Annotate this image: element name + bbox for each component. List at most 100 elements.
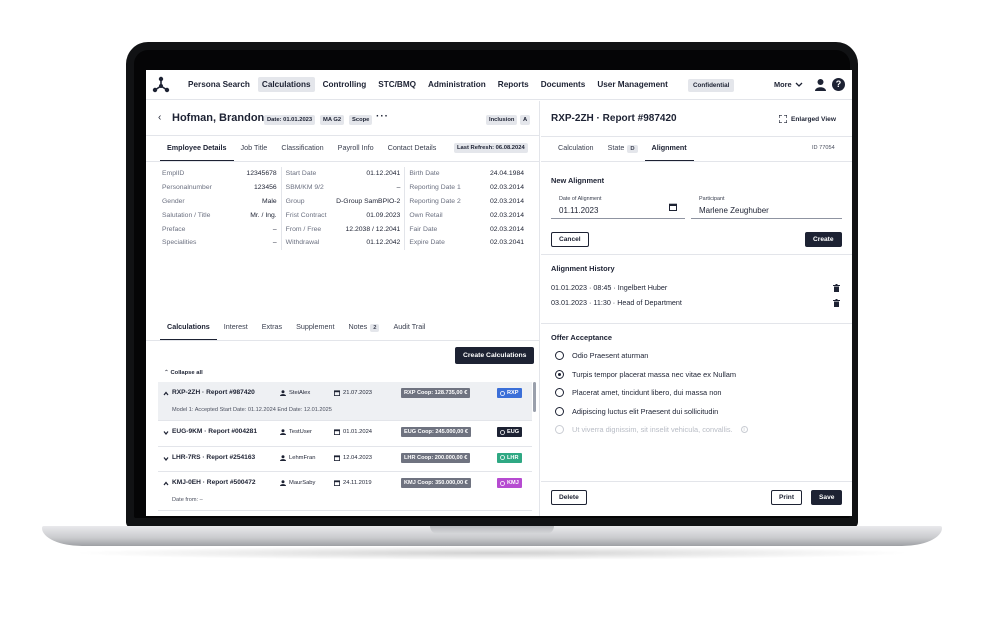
report-tabs: Calculation State D Alignment — [551, 136, 694, 161]
tab-extras[interactable]: Extras — [255, 315, 289, 340]
details-column: EmplID 12345678 Personalnumber 123456 Gender… — [158, 167, 281, 250]
chevron-up-icon[interactable] — [163, 389, 169, 398]
date-of-alignment-value: 01.11.2023 — [559, 206, 599, 215]
nav-item-stc-bmq[interactable]: STC/BMQ — [374, 77, 420, 92]
radio-button[interactable] — [555, 369, 564, 379]
create-calculations-button[interactable]: Create Calculations — [455, 347, 535, 364]
info-icon[interactable]: i — [740, 426, 748, 433]
tab-job-title[interactable]: Job Title — [234, 136, 275, 161]
user-icon[interactable] — [814, 78, 827, 93]
calculation-row[interactable]: EUG-9KM · Report #004281 TestUser 01.01.20… — [158, 421, 532, 447]
nav-item-user-management[interactable]: User Management — [593, 77, 672, 92]
date-of-alignment-field[interactable]: Date of Alignment 01.11.2023 — [551, 194, 685, 219]
chevron-down-icon[interactable] — [163, 428, 169, 437]
radio-button[interactable] — [555, 388, 564, 397]
chevron-down-icon[interactable] — [163, 454, 169, 463]
detail-value: 01.09.2023 — [366, 211, 401, 219]
back-arrow-icon[interactable]: ‹ — [158, 112, 161, 123]
nav-item-persona-search[interactable]: Persona Search — [184, 77, 254, 92]
option-label: Odio Praesent aturman — [572, 351, 649, 360]
last-refresh-badge: Last Refresh: 06.08.2024 — [454, 143, 528, 153]
calendar-icon — [334, 429, 340, 435]
offer-option[interactable]: Adipiscing luctus elit Praesent dui soll… — [555, 406, 719, 416]
nav-item-calculations[interactable]: Calculations — [257, 77, 315, 92]
more-options-icon[interactable]: ··· — [376, 111, 389, 122]
tab-calculations[interactable]: Calculations — [160, 315, 217, 340]
delete-button[interactable]: Delete — [551, 490, 587, 505]
alignment-history-title: Alignment History — [551, 264, 615, 273]
enlarged-view-button[interactable]: Enlarged View — [779, 115, 836, 123]
option-label: Adipiscing luctus elit Praesent dui soll… — [572, 406, 719, 416]
nav-item-administration[interactable]: Administration — [424, 77, 490, 92]
date-value: 24.11.2019 — [343, 480, 372, 486]
user-name: TestUser — [289, 429, 312, 435]
participant-field[interactable]: Participant Marlene Zeughuber — [691, 194, 842, 219]
nav-item-reports[interactable]: Reports — [494, 77, 533, 92]
tag-dot-icon — [500, 480, 505, 486]
app-logo-icon[interactable] — [146, 70, 176, 100]
chevron-up-icon[interactable] — [163, 479, 169, 488]
tab-employee-details[interactable]: Employee Details — [160, 136, 234, 161]
offer-option[interactable]: Placerat amet, tincidunt libero, dui mas… — [555, 388, 722, 397]
inclusion-chip: Inclusion — [486, 115, 518, 125]
tab-alignment[interactable]: Alignment — [644, 136, 694, 161]
tab-classification[interactable]: Classification — [274, 136, 330, 161]
tab-payroll-info[interactable]: Payroll Info — [331, 136, 381, 161]
detail-row: Reporting Date 2 02.03.2014 — [409, 195, 524, 209]
enlarged-view-label: Enlarged View — [791, 115, 836, 123]
detail-value: 12.2038 / 12.2041 — [345, 225, 401, 233]
save-button[interactable]: Save — [811, 490, 843, 505]
coop-amount-badge: RXP Coop: 128.735,00 € — [401, 388, 471, 398]
offer-option[interactable]: Odio Praesent aturman — [555, 351, 648, 360]
radio-button[interactable] — [555, 351, 564, 360]
product-mockup: Persona Search Calculations Controlling STC… — [0, 0, 983, 625]
tab-contact-details[interactable]: Contact Details — [381, 136, 444, 161]
tab-interest[interactable]: Interest — [217, 315, 255, 340]
calculation-row[interactable]: KMJ-0EH · Report #500472 MaurSaby 24.11.20… — [158, 472, 532, 511]
top-navigation: Persona Search Calculations Controlling STC… — [146, 70, 852, 100]
coop-amount-badge: EUG Coop: 245.000,00 € — [401, 427, 472, 437]
person-icon — [280, 454, 286, 461]
calculation-row[interactable]: PAT-6DS · Report #749530Controlling07.06… — [158, 511, 532, 516]
detail-label: Fair Date — [409, 225, 438, 233]
detail-row: Salutation / Title Mr. / Ing. — [162, 208, 277, 222]
calculation-row[interactable]: LHR-7RS · Report #254163 LehmFran 12.04.20… — [158, 447, 532, 472]
cancel-button[interactable]: Cancel — [551, 232, 589, 247]
tab-supplement[interactable]: Supplement — [289, 315, 341, 340]
print-button[interactable]: Print — [771, 490, 803, 505]
detail-value: 01.12.2041 — [366, 170, 401, 178]
scope-chip: Scope — [349, 115, 373, 125]
radio-button[interactable] — [555, 406, 564, 416]
trash-icon[interactable] — [833, 284, 840, 294]
tab-label: Notes — [348, 322, 368, 331]
more-label: More — [774, 80, 792, 89]
option-label: Placerat amet, tincidunt libero, dui mas… — [572, 388, 722, 397]
collapse-all-toggle[interactable]: ⌃ Collapse all — [164, 370, 203, 376]
tab-audit-trail[interactable]: Audit Trail — [386, 315, 432, 340]
tab-calculation[interactable]: Calculation — [551, 136, 601, 161]
laptop-shadow — [70, 546, 914, 560]
calculation-details: Model 1: Accepted Start Date: 01.12.2024… — [172, 407, 332, 413]
tag-label: LHR — [507, 454, 519, 461]
calendar-icon[interactable] — [669, 203, 677, 213]
scrollbar[interactable] — [533, 382, 536, 412]
calculation-row[interactable]: RXP-2ZH · Report #987420 SteiAlex 21.07.20… — [158, 382, 532, 421]
calculation-tag: RXP — [497, 388, 522, 398]
nav-item-controlling[interactable]: Controlling — [319, 77, 371, 92]
employee-tabs: Employee Details Job Title Classification P… — [160, 136, 443, 161]
create-button[interactable]: Create — [805, 232, 842, 247]
detail-label: From / Free — [285, 225, 322, 233]
detail-value: Male — [261, 197, 277, 205]
tab-state[interactable]: State D — [601, 136, 645, 161]
option-label: Ut viverra dignissim, sit inselit vehicu… — [572, 425, 733, 434]
more-menu[interactable]: More — [774, 80, 803, 89]
offer-option[interactable]: Turpis tempor placerat massa nec vitae e… — [555, 369, 736, 379]
help-icon[interactable]: ? — [832, 78, 845, 91]
tab-notes[interactable]: Notes 2 — [341, 315, 386, 340]
trash-icon[interactable] — [833, 299, 840, 309]
laptop-lid: Persona Search Calculations Controlling STC… — [126, 42, 858, 528]
calculation-title: EUG-9KM · Report #004281 — [172, 428, 258, 435]
calendar-icon — [334, 454, 340, 461]
detail-label: Birth Date — [409, 170, 440, 178]
nav-item-documents[interactable]: Documents — [537, 77, 590, 92]
